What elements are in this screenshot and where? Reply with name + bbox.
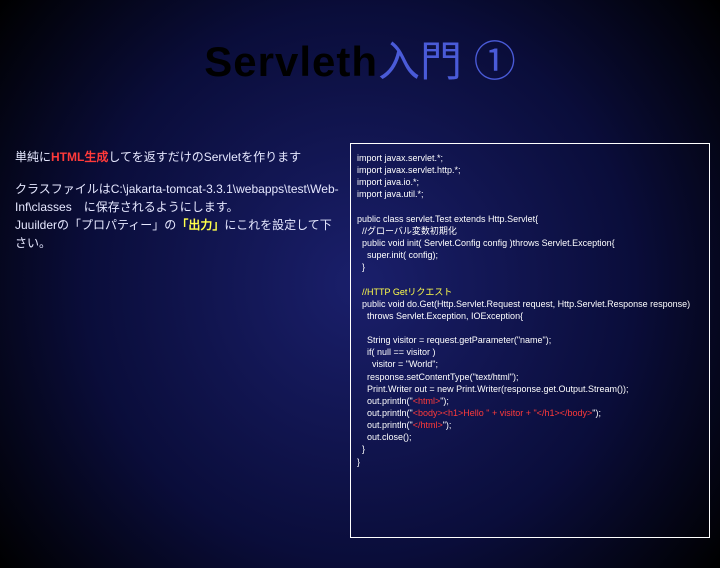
- title-part2: 入門 ①: [378, 38, 516, 85]
- code-l3: import java.io.*;: [357, 177, 419, 187]
- code-l4: import java.util.*;: [357, 189, 424, 199]
- code-box: import javax.servlet.*; import javax.ser…: [350, 143, 710, 538]
- code-l21b: <html>: [413, 396, 441, 406]
- title-part1: Servleth: [204, 38, 378, 85]
- code-l22c: ");: [592, 408, 601, 418]
- paragraph-1: 単純にHTML生成してを返すだけのServletを作ります: [15, 148, 340, 166]
- code-l23a: out.println(": [357, 420, 413, 430]
- code-l10: }: [357, 262, 365, 272]
- code-l7: //グローバル変数初期化: [357, 226, 457, 236]
- code-l17: if( null == visitor ): [357, 347, 436, 357]
- p2-text-b: Juuilderの「プロパティー」の: [15, 218, 176, 232]
- slide-title: Servleth入門 ①: [0, 28, 720, 89]
- code-l19: response.setContentType("text/html");: [357, 372, 518, 382]
- code-l21c: ");: [440, 396, 449, 406]
- p2-text-a: クラスファイルはC:\jakarta-tomcat-3.3.1\webapps\…: [15, 182, 339, 214]
- p1-text-a: 単純に: [15, 150, 51, 164]
- code-l18: visitor = "World";: [357, 359, 438, 369]
- code-l23b: </html>: [413, 420, 443, 430]
- code-l9: super.init( config);: [357, 250, 438, 260]
- code-l24: out.close();: [357, 432, 412, 442]
- p2-highlight: 「出力」: [176, 218, 224, 232]
- code-l13: public void do.Get(Http.Servlet.Request …: [357, 299, 690, 309]
- code-l25: }: [357, 444, 365, 454]
- code-l6: public class servlet.Test extends Http.S…: [357, 214, 538, 224]
- code-l20: Print.Writer out = new Print.Writer(resp…: [357, 384, 629, 394]
- code-l12: //HTTP Getリクエスト: [357, 287, 452, 297]
- code-l26: }: [357, 457, 360, 467]
- code-l8: public void init( Servlet.Config config …: [357, 238, 615, 248]
- code-l22a: out.println(": [357, 408, 413, 418]
- code-l1: import javax.servlet.*;: [357, 153, 443, 163]
- code-l21a: out.println(": [357, 396, 413, 406]
- p1-highlight: HTML生成: [51, 150, 108, 164]
- left-text-block: 単純にHTML生成してを返すだけのServletを作ります クラスファイルはC:…: [15, 148, 340, 266]
- p1-text-b: してを返すだけのServletを作ります: [108, 150, 301, 164]
- paragraph-2: クラスファイルはC:\jakarta-tomcat-3.3.1\webapps\…: [15, 180, 340, 252]
- code-l23c: ");: [443, 420, 452, 430]
- code-l2: import javax.servlet.http.*;: [357, 165, 461, 175]
- code-l22b: <body><h1>Hello " + visitor + "</h1></bo…: [413, 408, 593, 418]
- code-l16: String visitor = request.getParameter("n…: [357, 335, 551, 345]
- code-l14: throws Servlet.Exception, IOException{: [357, 311, 523, 321]
